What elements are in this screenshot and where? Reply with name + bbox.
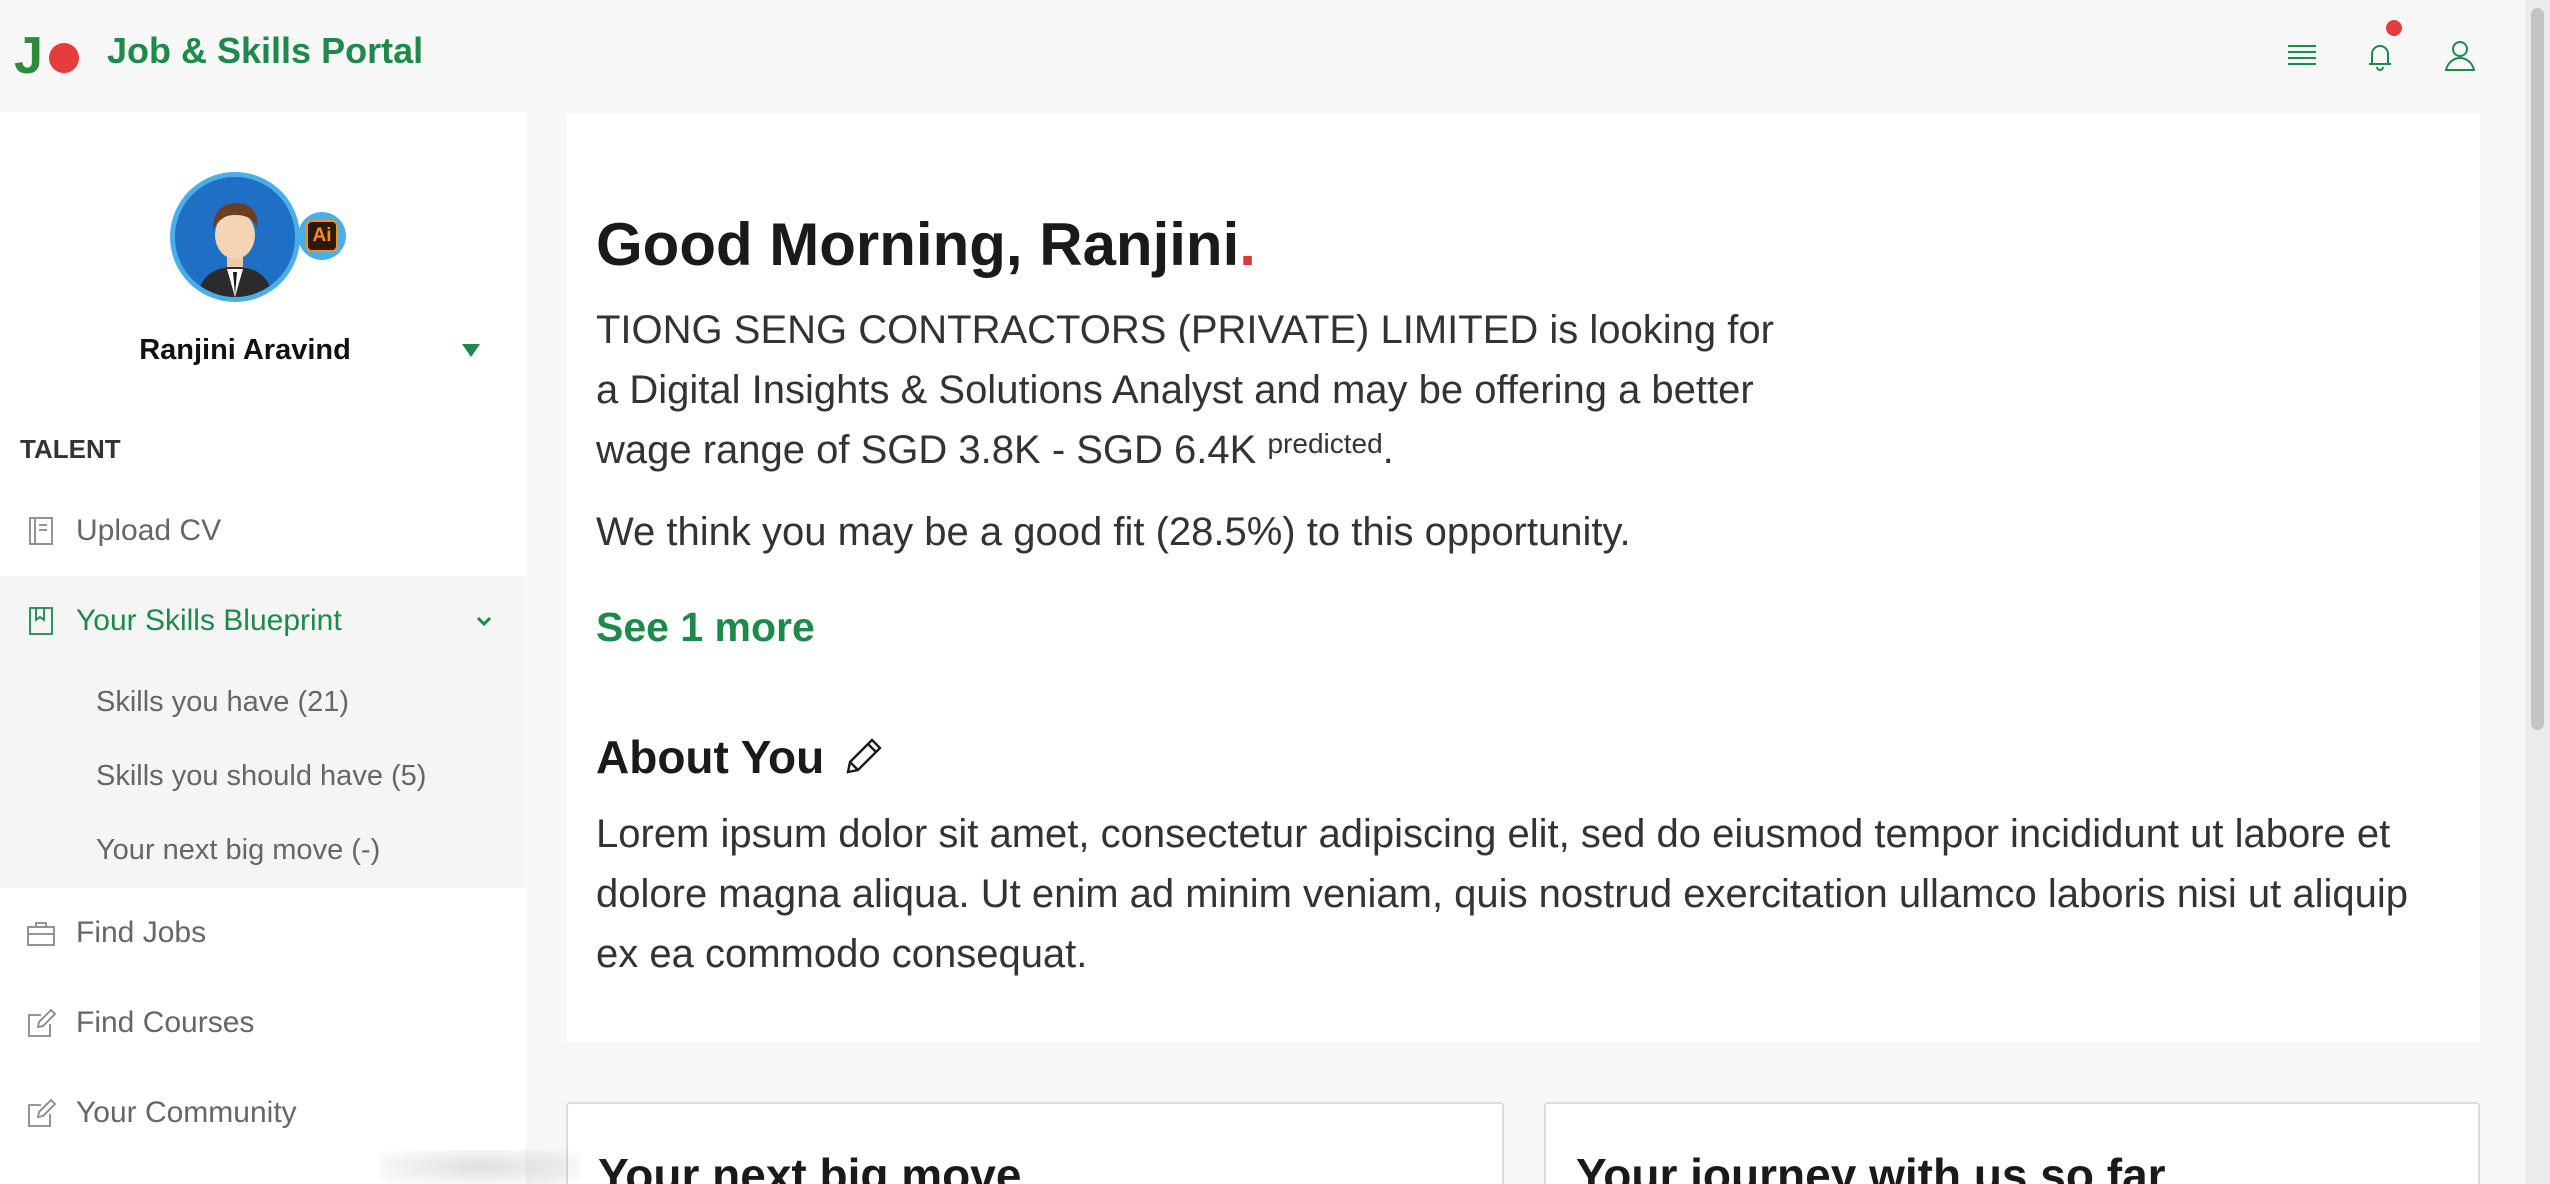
caret-down-icon[interactable] [462, 344, 480, 357]
app-title[interactable]: Job & Skills Portal [107, 30, 423, 72]
sub-item-next-big-move[interactable]: Your next big move (-) [96, 834, 380, 867]
section-label-talent: TALENT [20, 434, 121, 464]
ai-badge-label: Ai [306, 220, 338, 252]
next-big-move-card[interactable]: Your next big move [566, 1102, 1504, 1184]
edit-icon [28, 1098, 57, 1127]
avatar-image [175, 177, 295, 297]
scrollbar-thumb[interactable] [2531, 8, 2544, 730]
sidebar-item-label: Upload CV [76, 514, 222, 547]
sidebar-item-label: Your Community [76, 1096, 297, 1129]
greeting-text: Good Morning, Ranjini [596, 211, 1240, 278]
journey-card[interactable]: Your journey with us so far [1544, 1102, 2480, 1184]
briefcase-icon [27, 922, 55, 946]
logo-dot [48, 43, 79, 73]
greeting-card: Good Morning, Ranjini. TIONG SENG CONTRA… [566, 114, 2480, 1042]
job-recommendation-text: TIONG SENG CONTRACTORS (PRIVATE) LIMITED… [596, 308, 1774, 472]
avatar[interactable] [170, 172, 300, 302]
card-title: Your journey with us so far [1576, 1149, 2166, 1184]
about-you-text: Lorem ipsum dolor sit amet, consectetur … [596, 812, 2409, 976]
app-logo[interactable]: J [14, 28, 79, 84]
about-you-heading: About You [596, 730, 886, 784]
bell-icon[interactable] [2358, 34, 2402, 78]
sidebar-item-skills-blueprint[interactable]: Your Skills Blueprint [0, 576, 526, 666]
pencil-icon[interactable] [840, 734, 886, 780]
logo-letter: J [14, 27, 43, 85]
page-title: Good Morning, Ranjini. [596, 210, 1256, 279]
card-title: Your next big move [598, 1149, 1022, 1184]
scrollbar[interactable] [2525, 0, 2550, 1184]
fit-score-text: We think you may be a good fit (28.5%) t… [596, 510, 1631, 554]
menu-icon[interactable] [2280, 34, 2324, 78]
edit-icon [28, 1008, 57, 1037]
bookmark-icon [29, 607, 53, 635]
about-you-title: About You [596, 731, 825, 783]
document-icon [29, 517, 53, 545]
ai-badge[interactable]: Ai [298, 212, 346, 260]
predicted-label: predicted [1267, 428, 1383, 459]
user-name: Ranjini Aravind [139, 334, 351, 366]
sidebar-item-find-jobs[interactable]: Find Jobs [0, 888, 526, 978]
sidebar-item-find-courses[interactable]: Find Courses [0, 978, 526, 1068]
job-recommendation: TIONG SENG CONTRACTORS (PRIVATE) LIMITED… [596, 300, 1796, 480]
chevron-down-icon[interactable] [472, 609, 496, 633]
sidebar: Ai Ranjini Aravind TALENT Upload CV Your… [0, 112, 526, 1184]
sub-item-skills-you-should-have[interactable]: Skills you should have (5) [96, 760, 426, 793]
job-text-end: . [1382, 428, 1394, 472]
top-bar: J Job & Skills Portal [0, 0, 2525, 112]
shadow-decoration [380, 1150, 580, 1184]
sidebar-item-label: Your Skills Blueprint [76, 604, 342, 637]
sidebar-item-upload-cv[interactable]: Upload CV [0, 486, 526, 576]
sidebar-item-label: Find Jobs [76, 916, 207, 949]
sidebar-item-your-community[interactable]: Your Community [0, 1068, 526, 1158]
sidebar-item-label: Find Courses [76, 1006, 255, 1039]
sub-item-skills-you-have[interactable]: Skills you have (21) [96, 686, 349, 719]
see-more-link[interactable]: See 1 more [596, 604, 815, 651]
greeting-dot: . [1239, 211, 1256, 278]
notification-badge [2386, 20, 2402, 36]
user-icon[interactable] [2438, 34, 2482, 78]
